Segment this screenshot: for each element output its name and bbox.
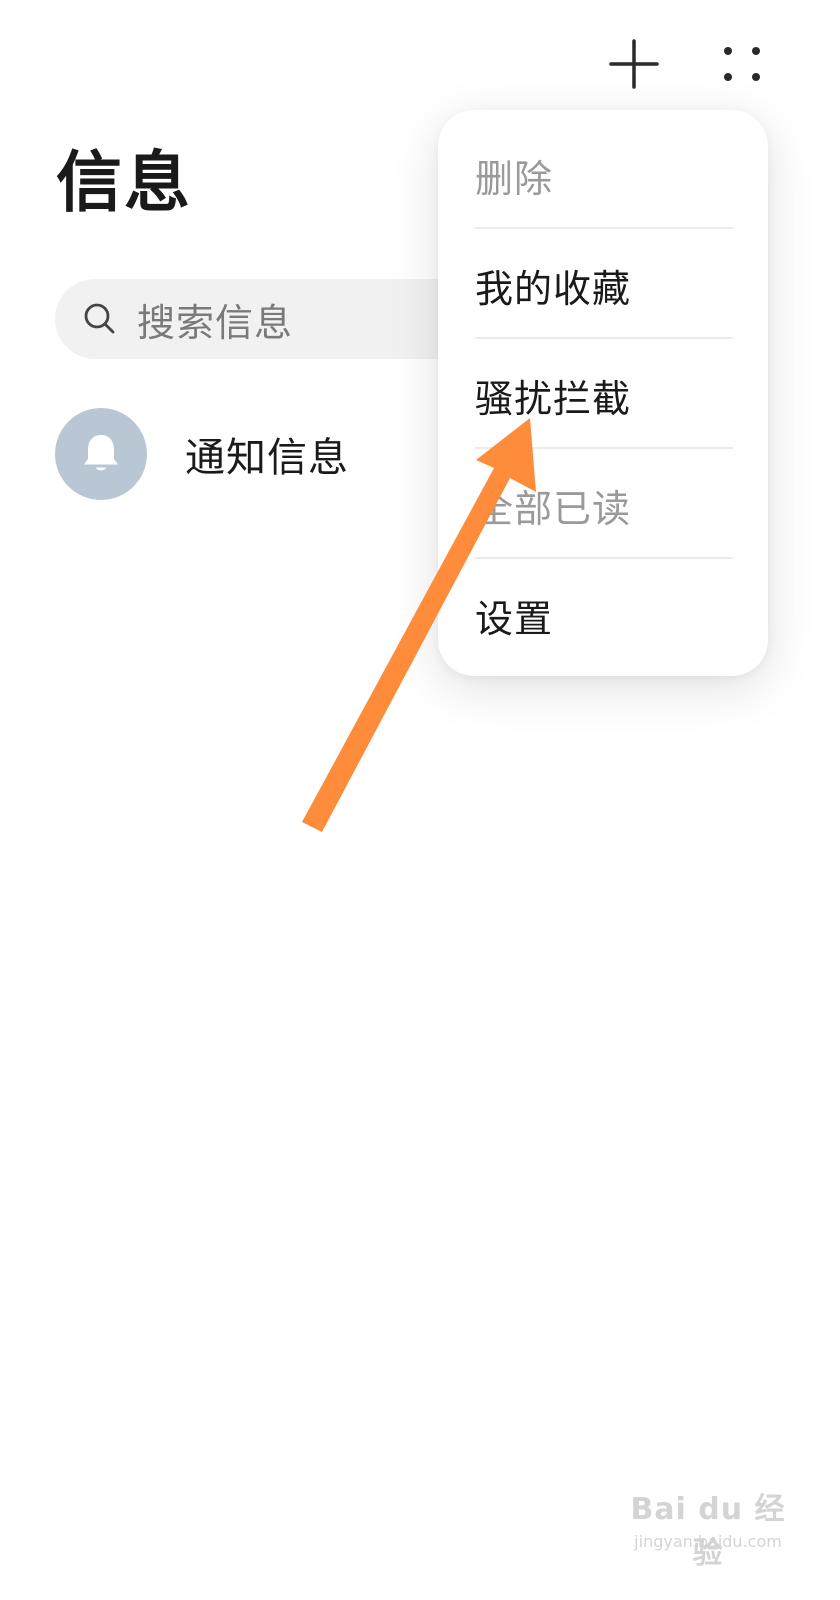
conversation-label: 通知信息 [185,435,349,481]
menu-item-settings[interactable]: 设置 [475,560,733,670]
menu-item-mark-all-read[interactable]: 全部已读 [475,450,733,560]
menu-divider [475,227,733,229]
watermark-brand: Bai du 经验 [630,1492,786,1571]
menu-item-delete[interactable]: 删除 [475,120,733,230]
menu-divider [475,447,733,449]
menu-divider [475,557,733,559]
watermark: Bai du 经验 jingyan.baidu.com [628,1474,788,1571]
bell-icon [84,435,118,471]
menu-item-favorites[interactable]: 我的收藏 [475,230,733,340]
search-icon [83,302,117,336]
menu-divider [475,337,733,339]
plus-icon[interactable] [606,36,662,92]
options-menu: 删除 我的收藏 骚扰拦截 全部已读 设置 [438,110,768,676]
conversation-item-notifications[interactable]: 通知信息 [55,408,349,500]
menu-item-spam-blocking[interactable]: 骚扰拦截 [475,340,733,450]
watermark-url: jingyan.baidu.com [634,1532,782,1551]
page-title: 信息 [56,144,192,221]
avatar [55,408,147,500]
more-options-icon[interactable] [714,36,770,92]
search-placeholder: 搜索信息 [137,300,294,345]
